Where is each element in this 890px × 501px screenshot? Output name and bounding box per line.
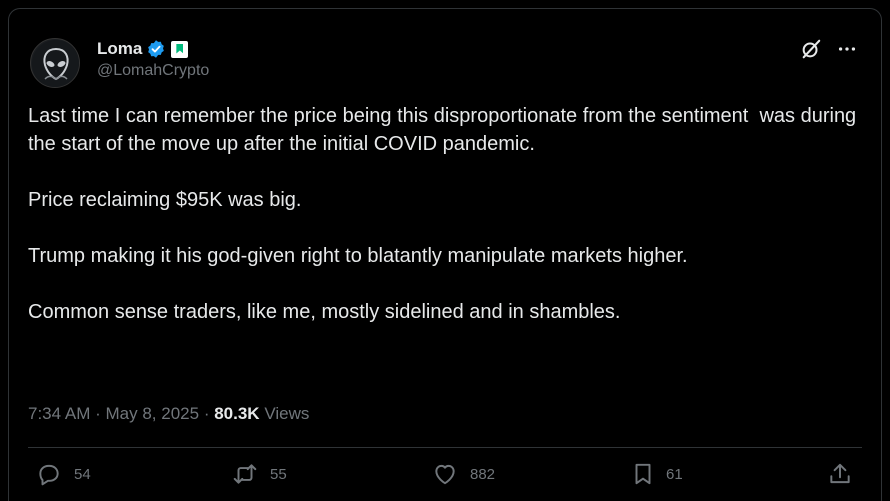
repost-icon (233, 464, 257, 484)
tweet-paragraph: Price reclaiming $95K was big. (28, 189, 302, 211)
affiliate-badge-icon[interactable] (171, 40, 189, 58)
avatar[interactable] (30, 38, 80, 88)
reply-button[interactable]: 54 (34, 461, 91, 487)
like-button[interactable]: 882 (430, 461, 495, 487)
top-actions (800, 38, 858, 60)
views-count[interactable]: 80.3K (214, 404, 259, 423)
tweet-paragraph: Trump making it his god-given right to b… (28, 245, 688, 267)
repost-button[interactable]: 55 (230, 461, 287, 487)
grok-icon[interactable] (800, 38, 822, 60)
verified-badge-icon[interactable] (146, 39, 166, 59)
meta-separator: · (95, 404, 101, 423)
share-icon (830, 463, 850, 484)
alien-avatar-icon (32, 40, 79, 87)
tweet-paragraph: Last time I can remember the price being… (28, 105, 857, 155)
author-name-row: Loma (97, 38, 189, 60)
reply-count: 54 (74, 465, 91, 483)
tweet-paragraph: Common sense traders, like me, mostly si… (28, 301, 621, 323)
more-icon[interactable] (836, 38, 858, 60)
bookmark-icon (635, 463, 651, 485)
reply-icon (39, 464, 59, 486)
divider (28, 447, 862, 448)
share-button[interactable] (826, 461, 854, 487)
tweet-meta: 7:34 AM · May 8, 2025 · 80.3K Views (28, 404, 309, 424)
tweet-time[interactable]: 7:34 AM (28, 404, 90, 423)
bookmark-count: 61 (666, 465, 683, 483)
tweet-text: Last time I can remember the price being… (28, 102, 858, 354)
views-label[interactable]: Views (264, 404, 309, 423)
heart-icon (435, 464, 455, 485)
like-count: 882 (470, 465, 496, 483)
author-display-name[interactable]: Loma (97, 39, 142, 59)
repost-count: 55 (270, 465, 287, 483)
tweet-date[interactable]: May 8, 2025 (106, 404, 200, 423)
action-bar: 54 55 882 61 (0, 461, 890, 491)
bookmark-button[interactable]: 61 (630, 461, 683, 487)
author-handle[interactable]: @LomahCrypto (97, 62, 209, 80)
meta-separator: · (203, 404, 210, 423)
